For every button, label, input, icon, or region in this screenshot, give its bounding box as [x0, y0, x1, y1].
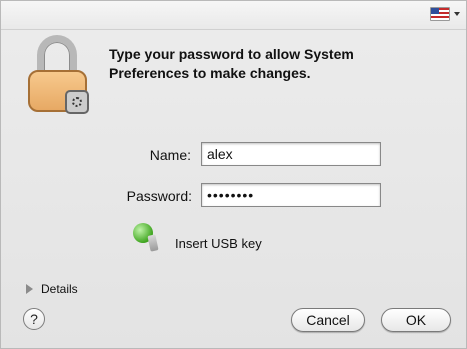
us-flag-icon[interactable] [430, 7, 450, 21]
gear-icon [65, 90, 89, 114]
cancel-button[interactable]: Cancel [291, 308, 365, 332]
ok-button[interactable]: OK [381, 308, 451, 332]
top-bar [1, 1, 466, 30]
details-label[interactable]: Details [41, 282, 78, 296]
auth-prompt: Type your password to allow System Prefe… [109, 46, 354, 81]
lock-icon [25, 35, 95, 115]
name-field[interactable] [201, 142, 381, 166]
name-label: Name: [149, 147, 191, 163]
help-button[interactable]: ? [23, 308, 45, 330]
auth-dialog: Type your password to allow System Prefe… [0, 0, 467, 349]
flag-dropdown-caret-icon[interactable] [454, 12, 460, 16]
password-label: Password: [126, 188, 192, 204]
usb-stem [147, 234, 159, 252]
password-field[interactable] [201, 183, 381, 207]
details-toggle[interactable]: Details [26, 282, 78, 296]
usb-key-label: Insert USB key [175, 236, 262, 251]
usb-key-icon [133, 223, 167, 252]
triangle-right-icon[interactable] [26, 284, 33, 294]
